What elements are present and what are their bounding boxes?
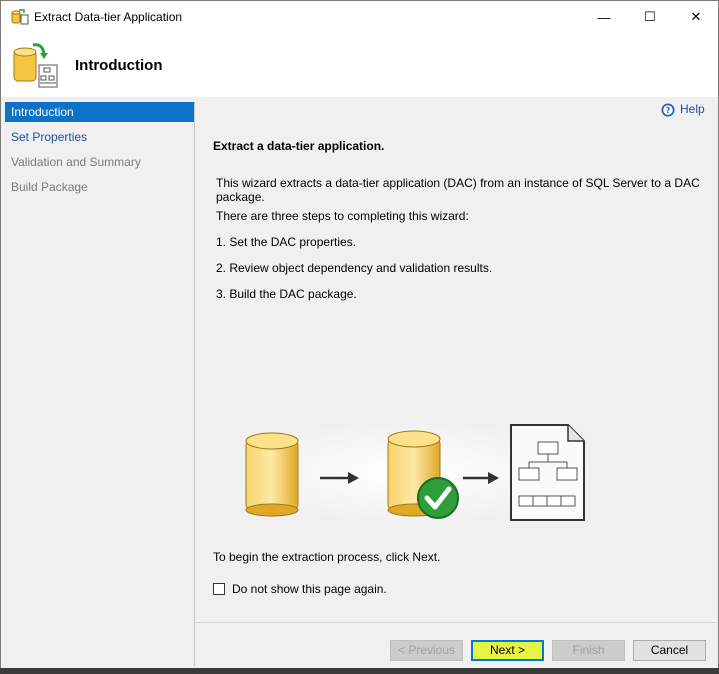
step-item: 3. Build the DAC package. <box>216 287 357 301</box>
nav-item-label: Validation and Summary <box>11 155 141 169</box>
do-not-show-checkbox[interactable] <box>213 583 225 595</box>
previous-button[interactable]: < Previous <box>390 640 463 661</box>
wizard-window: Extract Data-tier Application — ☐ ✕ Intr… <box>0 0 719 670</box>
dac-package-icon <box>510 424 585 521</box>
maximize-icon: ☐ <box>644 9 656 24</box>
nav-item-set-properties[interactable]: Set Properties <box>5 127 194 147</box>
close-icon: ✕ <box>690 9 702 24</box>
maximize-button[interactable]: ☐ <box>627 1 673 33</box>
footer-divider <box>195 622 717 623</box>
step-item: 2. Review object dependency and validati… <box>216 261 493 275</box>
svg-text:?: ? <box>666 106 671 115</box>
wizard-content: ? Help Extract a data-tier application. … <box>195 102 717 622</box>
minimize-button[interactable]: — <box>581 1 627 33</box>
database-icon <box>245 432 299 517</box>
help-icon[interactable]: ? <box>661 103 675 117</box>
wizard-step-nav: Introduction Set Properties Validation a… <box>1 102 195 666</box>
cancel-button[interactable]: Cancel <box>633 640 706 661</box>
nav-item-label: Introduction <box>11 105 74 119</box>
step-item: 1. Set the DAC properties. <box>216 235 357 249</box>
background-strip <box>0 668 719 674</box>
dac-app-icon <box>11 9 29 25</box>
window-title: Extract Data-tier Application <box>34 10 183 24</box>
do-not-show-checkbox-label[interactable]: Do not show this page again. <box>232 582 387 596</box>
begin-instruction-text: To begin the extraction process, click N… <box>213 550 441 564</box>
extraction-illustration <box>218 420 598 525</box>
nav-item-build-package: Build Package <box>5 177 194 197</box>
extract-dac-icon <box>13 43 58 88</box>
minimize-icon: — <box>597 9 611 25</box>
help-link[interactable]: Help <box>680 102 705 116</box>
description-text: This wizard extracts a data-tier applica… <box>216 176 700 204</box>
next-button[interactable]: Next > <box>471 640 544 661</box>
nav-item-introduction[interactable]: Introduction <box>5 102 194 122</box>
content-heading: Extract a data-tier application. <box>213 139 385 153</box>
wizard-header: Introduction <box>1 33 718 97</box>
page-title: Introduction <box>75 57 163 74</box>
nav-item-validation-and-summary: Validation and Summary <box>5 152 194 172</box>
steps-intro-text: There are three steps to completing this… <box>216 209 469 223</box>
title-bar[interactable]: Extract Data-tier Application — ☐ ✕ <box>1 1 718 33</box>
finish-button[interactable]: Finish <box>552 640 625 661</box>
close-button[interactable]: ✕ <box>673 1 718 33</box>
nav-item-label: Build Package <box>11 180 88 194</box>
nav-item-label: Set Properties <box>11 130 88 144</box>
